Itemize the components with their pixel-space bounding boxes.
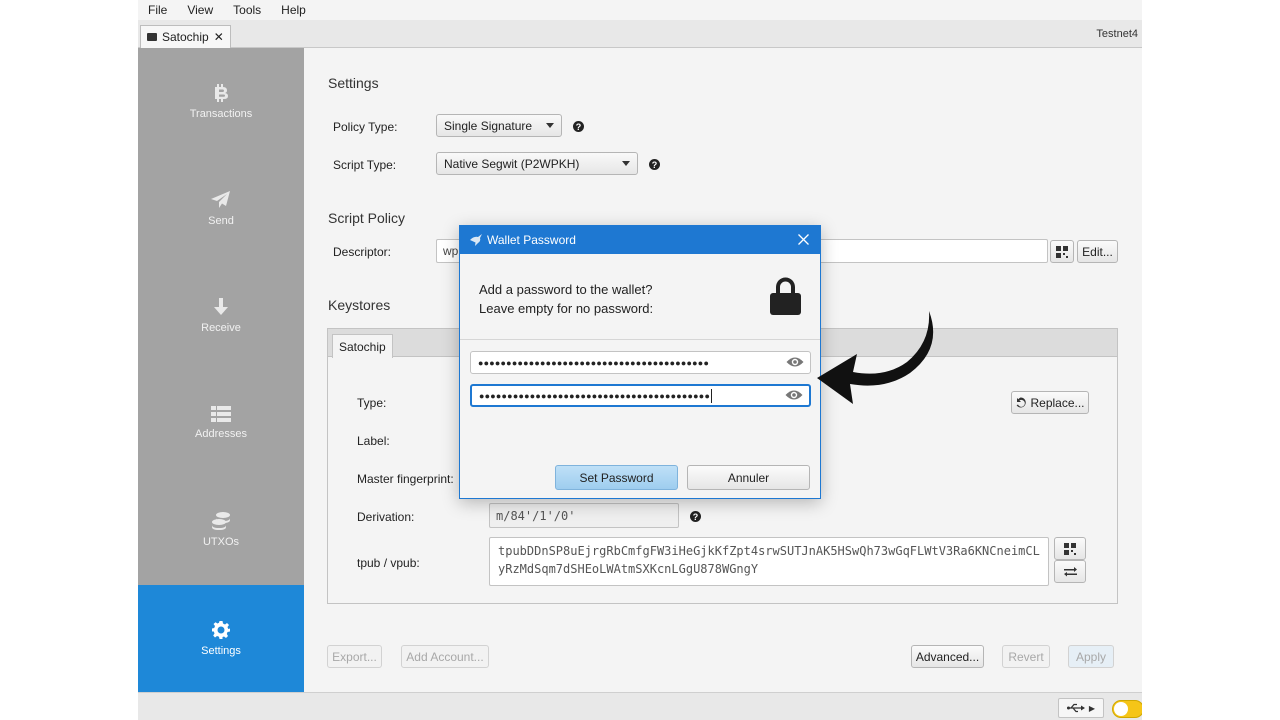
usb-device-button[interactable]: ▶	[1058, 698, 1104, 718]
sidebar-item-addresses[interactable]: Addresses	[138, 369, 304, 476]
chevron-down-icon	[622, 161, 630, 166]
password-value: ●●●●●●●●●●●●●●●●●●●●●●●●●●●●●●●●●●●●●●●●…	[478, 357, 710, 368]
gear-icon	[212, 620, 230, 639]
policy-type-value: Single Signature	[444, 118, 533, 133]
help-icon[interactable]: ?	[649, 159, 660, 170]
play-icon: ▶	[1088, 703, 1096, 713]
usb-icon	[1066, 703, 1085, 713]
wallet-tab-label: Satochip	[162, 30, 209, 44]
text-caret	[711, 388, 713, 403]
menu-view[interactable]: View	[177, 3, 223, 17]
sidebar-item-label: Receive	[201, 321, 241, 334]
cancel-button[interactable]: Annuler	[687, 465, 810, 490]
sidebar: Transactions Send Receive Addresses UTXO…	[138, 48, 304, 692]
close-icon[interactable]	[794, 230, 812, 248]
descriptor-label: Descriptor:	[333, 245, 392, 259]
sidebar-item-send[interactable]: Send	[138, 155, 304, 262]
qr-code-icon	[1056, 245, 1068, 258]
close-icon[interactable]: ✕	[214, 30, 224, 44]
sidebar-item-utxos[interactable]: UTXOs	[138, 476, 304, 583]
advanced-button[interactable]: Advanced...	[911, 645, 984, 668]
apply-button[interactable]: Apply	[1068, 645, 1114, 668]
help-icon[interactable]: ?	[573, 121, 584, 132]
confirm-password-field[interactable]: ●●●●●●●●●●●●●●●●●●●●●●●●●●●●●●●●●●●●●●●●…	[470, 384, 811, 407]
export-button[interactable]: Export...	[327, 645, 382, 668]
help-icon[interactable]: ?	[690, 511, 701, 522]
dialog-message-line2: Leave empty for no password:	[479, 301, 654, 316]
online-toggle[interactable]	[1112, 700, 1142, 718]
sidebar-item-label: Settings	[201, 644, 241, 657]
add-account-button[interactable]: Add Account...	[401, 645, 489, 668]
status-bar: ▶	[138, 692, 1142, 720]
sparrow-icon	[470, 234, 482, 246]
policy-type-label: Policy Type:	[333, 120, 398, 134]
undo-icon	[1017, 397, 1027, 408]
network-label: Testnet4	[1096, 28, 1138, 40]
set-password-button[interactable]: Set Password	[555, 465, 678, 490]
confirm-password-value: ●●●●●●●●●●●●●●●●●●●●●●●●●●●●●●●●●●●●●●●●…	[479, 390, 711, 401]
eye-icon[interactable]	[786, 356, 804, 368]
sidebar-item-label: Transactions	[189, 107, 253, 120]
sidebar-item-settings[interactable]: Settings	[138, 585, 304, 692]
derivation-field[interactable]: m/84'/1'/0'	[489, 503, 679, 528]
script-type-select[interactable]: Native Segwit (P2WPKH)	[436, 152, 638, 175]
tpub-swap-button[interactable]	[1054, 560, 1086, 583]
edit-descriptor-button[interactable]: Edit...	[1077, 240, 1118, 263]
replace-button[interactable]: Replace...	[1011, 391, 1089, 414]
wallet-tab-satochip[interactable]: Satochip ✕	[140, 25, 231, 48]
keystore-type-label: Type:	[357, 396, 387, 410]
sidebar-item-label: Send	[208, 214, 234, 227]
sidebar-item-receive[interactable]: Receive	[138, 262, 304, 369]
arrow-down-icon	[214, 297, 228, 315]
dialog-title-bar: Wallet Password	[460, 226, 820, 254]
tpub-label: tpub / vpub:	[357, 556, 420, 570]
menu-help[interactable]: Help	[271, 3, 316, 17]
tpub-field[interactable]: tpubDDnSP8uEjrgRbCmfgFW3iHeGjkKfZpt4srwS…	[489, 537, 1049, 586]
sidebar-item-label: Addresses	[195, 427, 247, 440]
master-fingerprint-label: Master fingerprint:	[357, 472, 454, 486]
sidebar-item-transactions[interactable]: Transactions	[138, 48, 304, 155]
dialog-header: Add a password to the wallet? Leave empt…	[460, 254, 820, 340]
script-policy-title: Script Policy	[328, 210, 406, 226]
dialog-title: Wallet Password	[487, 233, 576, 247]
annotation-arrow-icon	[817, 311, 934, 404]
password-field[interactable]: ●●●●●●●●●●●●●●●●●●●●●●●●●●●●●●●●●●●●●●●●…	[470, 351, 811, 374]
descriptor-qr-button[interactable]	[1050, 240, 1074, 263]
settings-title: Settings	[328, 75, 379, 91]
bitcoin-icon	[215, 83, 228, 102]
menu-file[interactable]: File	[138, 3, 177, 17]
wallet-tab-bar: Satochip ✕ Testnet4	[138, 20, 1142, 48]
script-type-value: Native Segwit (P2WPKH)	[444, 156, 580, 171]
chevron-down-icon	[546, 123, 554, 128]
script-type-label: Script Type:	[333, 158, 397, 172]
sidebar-item-label: UTXOs	[202, 535, 240, 548]
dialog-message-line1: Add a password to the wallet?	[479, 282, 653, 297]
keystore-label-label: Label:	[357, 434, 390, 448]
wallet-icon	[147, 33, 157, 41]
menu-tools[interactable]: Tools	[223, 3, 271, 17]
lock-icon	[770, 277, 801, 315]
tpub-qr-button[interactable]	[1054, 537, 1086, 560]
dialog-message: Add a password to the wallet? Leave empt…	[479, 280, 653, 318]
qr-code-icon	[1064, 542, 1076, 555]
keystores-title: Keystores	[328, 297, 391, 313]
paper-plane-icon	[211, 190, 230, 208]
revert-button[interactable]: Revert	[1002, 645, 1050, 668]
list-icon	[211, 405, 231, 422]
coins-icon	[212, 511, 230, 530]
replace-label: Replace...	[1030, 395, 1085, 410]
keystore-tab-satochip[interactable]: Satochip	[332, 334, 393, 358]
swap-arrows-icon	[1063, 567, 1077, 577]
derivation-label: Derivation:	[357, 510, 415, 524]
wallet-password-dialog: Wallet Password Add a password to the wa…	[459, 225, 821, 499]
policy-type-select[interactable]: Single Signature	[436, 114, 562, 137]
menu-bar: File View Tools Help	[138, 0, 1142, 20]
eye-icon[interactable]	[785, 389, 803, 401]
